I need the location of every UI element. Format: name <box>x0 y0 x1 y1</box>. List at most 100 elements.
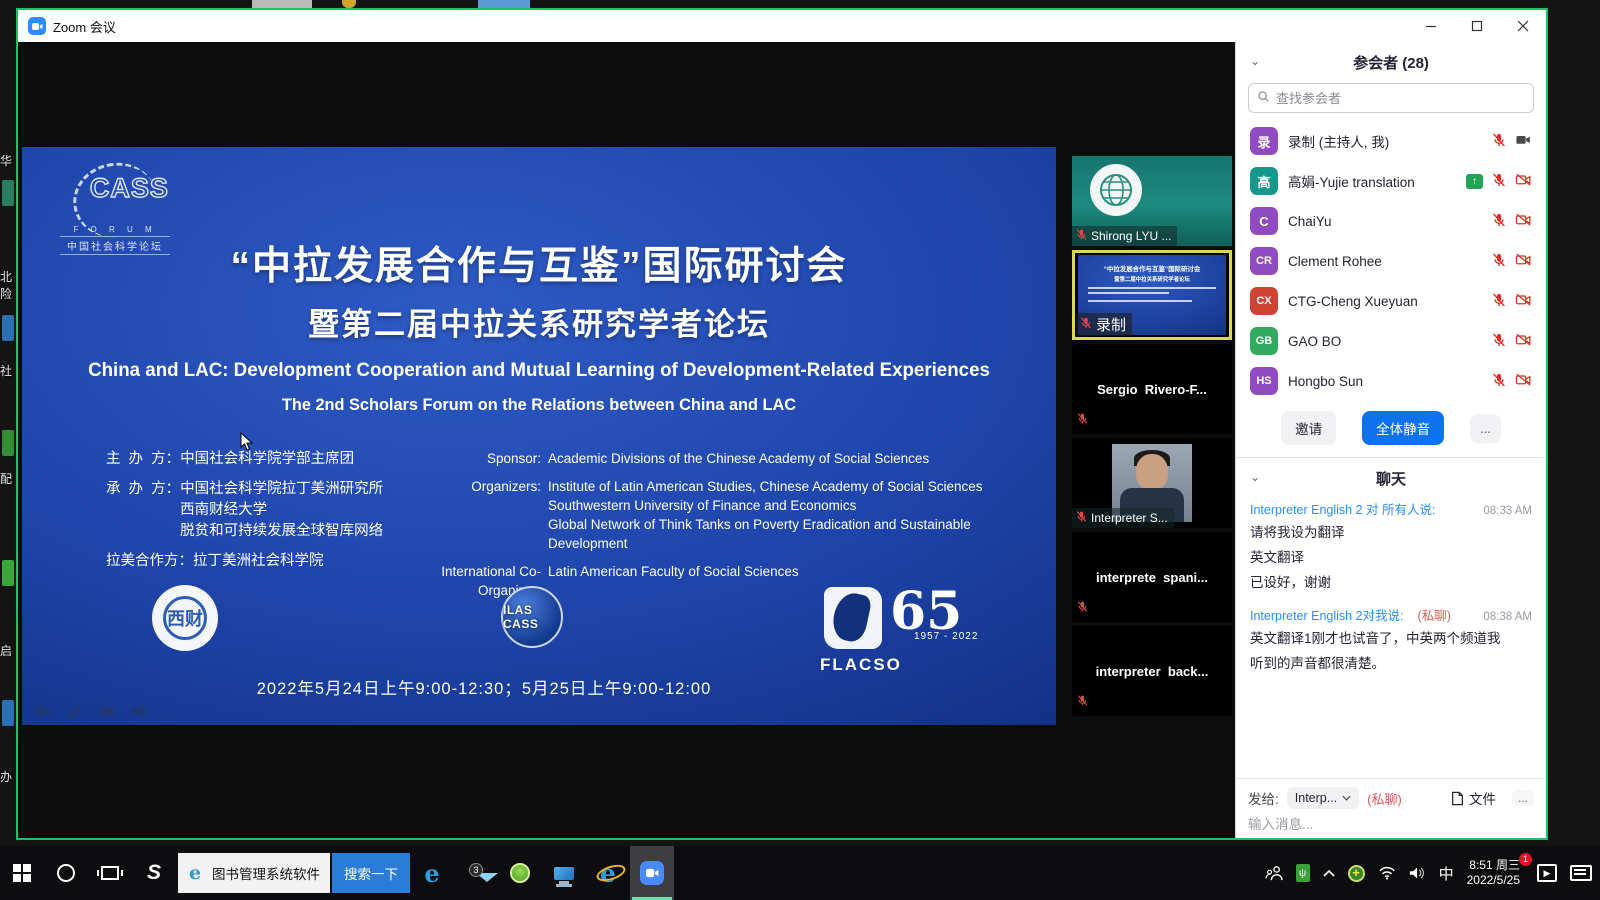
desktop-icon-fragment[interactable]: 华 <box>0 152 15 169</box>
participant-row[interactable]: CR Clement Rohee <box>1236 241 1546 281</box>
mic-muted-icon[interactable] <box>1491 172 1507 191</box>
video-tile-sergio[interactable]: Sergio Rivero-F... <box>1072 344 1232 434</box>
sogou-input-button[interactable]: S <box>132 846 176 900</box>
chat-input[interactable] <box>1248 817 1534 832</box>
avatar: CR <box>1250 247 1278 275</box>
ime-indicator[interactable]: 中 <box>1439 863 1454 884</box>
touch-keyboard-icon[interactable] <box>1570 865 1592 881</box>
private-chat-label: (私聊) <box>1418 605 1451 624</box>
avatar: HS <box>1250 367 1278 395</box>
people-icon[interactable] <box>1265 865 1283 881</box>
cortana-button[interactable] <box>44 846 88 900</box>
recipient-dropdown[interactable]: Interp... <box>1287 787 1359 809</box>
more-button[interactable]: ... <box>1470 414 1501 443</box>
mic-muted-icon[interactable] <box>1491 132 1507 151</box>
desktop-icon-fragment[interactable]: 配 <box>0 470 15 487</box>
next-arrow-icon[interactable] <box>130 703 150 719</box>
close-button[interactable] <box>1500 10 1546 42</box>
desktop-icon-fragment[interactable] <box>2 180 14 206</box>
edge-button[interactable]: e <box>410 846 454 900</box>
mic-muted-icon[interactable] <box>1491 212 1507 231</box>
desktop-icon-fragment[interactable] <box>2 430 14 456</box>
media-overlay-icon[interactable]: ▶ <box>1537 864 1557 882</box>
camera-off-icon[interactable] <box>1515 372 1532 390</box>
file-button[interactable]: 文件 <box>1451 788 1496 808</box>
participant-row[interactable]: 高 高娟-Yujie translation ↑ <box>1236 161 1546 201</box>
prev-arrow-icon[interactable] <box>32 703 52 719</box>
right-sidebar: ⌄ 参会者 (28) 录 录制 (主持人, 我) 高 <box>1235 42 1546 838</box>
internet-explorer-button[interactable]: e <box>586 846 630 900</box>
minimize-button[interactable] <box>1408 10 1454 42</box>
antivirus-icon[interactable]: + <box>1348 865 1365 882</box>
desktop-icon-fragment[interactable]: 办 <box>0 768 15 785</box>
chat-more-button[interactable]: ... <box>1512 790 1534 806</box>
mic-muted-icon <box>1076 412 1089 430</box>
participant-row[interactable]: HS Hongbo Sun <box>1236 361 1546 401</box>
taskbar-clock[interactable]: 1 8:51 周三 2022/5/25 <box>1467 858 1524 888</box>
desktop-icon-fragment[interactable]: 险 <box>0 285 15 302</box>
video-tile-interpreter-s[interactable]: Interpreter S... <box>1072 438 1232 528</box>
desktop-icon-fragment[interactable]: 北 <box>0 268 15 285</box>
screen-share-icon: ↑ <box>1466 174 1483 189</box>
participant-row[interactable]: C ChaiYu <box>1236 201 1546 241</box>
desktop-icon-fragment[interactable]: 启 <box>0 642 15 659</box>
mic-muted-icon <box>1079 316 1093 334</box>
video-tile-interpreter-backup[interactable]: interpreter back... <box>1072 626 1232 716</box>
organizers-cn-block: 主 办 方： 中国社会科学院学部主席团 承 办 方： 中国社会科学院拉丁美洲研究… <box>106 449 383 581</box>
camera-off-icon[interactable] <box>1515 172 1532 190</box>
wifi-icon[interactable] <box>1378 866 1396 880</box>
mic-muted-icon[interactable] <box>1491 332 1507 351</box>
task-view-button[interactable] <box>88 846 132 900</box>
file-icon <box>1451 791 1464 806</box>
participant-row[interactable]: GB GAO BO <box>1236 321 1546 361</box>
desktop-icon-fragment[interactable] <box>2 315 14 341</box>
camera-icon[interactable] <box>1515 132 1532 150</box>
video-thumbnail-strip: Shirong LYU ... “中拉发展合作与互鉴”国际研讨会 暨第二届中拉关… <box>1072 156 1232 720</box>
usb-device-icon[interactable]: ψ <box>1296 864 1310 882</box>
window-title: Zoom 会议 <box>53 17 116 36</box>
participant-search[interactable] <box>1248 83 1534 113</box>
invite-button[interactable]: 邀请 <box>1281 411 1336 445</box>
mic-muted-icon[interactable] <box>1491 292 1507 311</box>
taskbar-search-button[interactable]: 搜索一下 <box>332 853 410 893</box>
hidden-icons-chevron[interactable] <box>1323 869 1335 877</box>
chat-message-list[interactable]: Interpreter English 2 对 所有人说: 08:33 AM 请… <box>1236 495 1546 778</box>
cortana-icon <box>57 864 75 882</box>
avatar: CX <box>1250 287 1278 315</box>
taskbar-search-text[interactable]: 图书管理系统软件 <box>212 863 330 883</box>
participant-row[interactable]: CX CTG-Cheng Xueyuan <box>1236 281 1546 321</box>
participant-search-input[interactable] <box>1276 91 1525 106</box>
taskbar-search-box[interactable]: e 图书管理系统软件 <box>178 853 330 893</box>
participants-header: ⌄ 参会者 (28) <box>1236 42 1546 79</box>
mic-muted-icon <box>1076 694 1089 712</box>
chat-footer: 发给: Interp... (私聊) 文件 ... <box>1236 778 1546 838</box>
video-tile-shirong-lyu[interactable]: Shirong LYU ... <box>1072 156 1232 246</box>
participant-row[interactable]: 录 录制 (主持人, 我) <box>1236 121 1546 161</box>
zoom-taskbar-button[interactable] <box>630 846 674 900</box>
video-tile-interprete-spanish[interactable]: interprete spani... <box>1072 532 1232 622</box>
video-tile-recording-self[interactable]: “中拉发展合作与互鉴”国际研讨会 暨第二届中拉关系研究学者论坛 录制 <box>1072 250 1232 340</box>
mute-all-button[interactable]: 全体静音 <box>1362 411 1444 445</box>
system-tray: ψ + 中 1 8:51 周三 2022/5/25 ▶ <box>1265 858 1600 888</box>
mic-muted-icon[interactable] <box>1491 252 1507 271</box>
maximize-button[interactable] <box>1454 10 1500 42</box>
pen-icon[interactable] <box>66 703 84 719</box>
mail-button[interactable]: 3 <box>454 846 498 900</box>
camera-off-icon[interactable] <box>1515 212 1532 230</box>
start-button[interactable] <box>0 846 44 900</box>
speaker-icon[interactable] <box>1409 866 1426 880</box>
video-name-label: Shirong LYU ... <box>1072 226 1177 246</box>
camera-off-icon[interactable] <box>1515 252 1532 270</box>
desktop-icon-fragment[interactable] <box>2 700 14 726</box>
camera-off-icon[interactable] <box>1515 292 1532 310</box>
window-titlebar[interactable]: Zoom 会议 <box>18 10 1546 42</box>
mic-muted-icon[interactable] <box>1491 372 1507 391</box>
camera-off-icon[interactable] <box>1515 332 1532 350</box>
desktop-icon-fragment[interactable]: 社 <box>0 362 15 379</box>
my-computer-button[interactable] <box>542 846 586 900</box>
desktop-icon-fragment[interactable] <box>2 560 14 586</box>
rectangle-icon[interactable] <box>98 703 116 719</box>
chevron-down-icon[interactable]: ⌄ <box>1250 470 1260 484</box>
chevron-down-icon[interactable]: ⌄ <box>1250 54 1260 68</box>
browser-360-button[interactable] <box>498 846 542 900</box>
